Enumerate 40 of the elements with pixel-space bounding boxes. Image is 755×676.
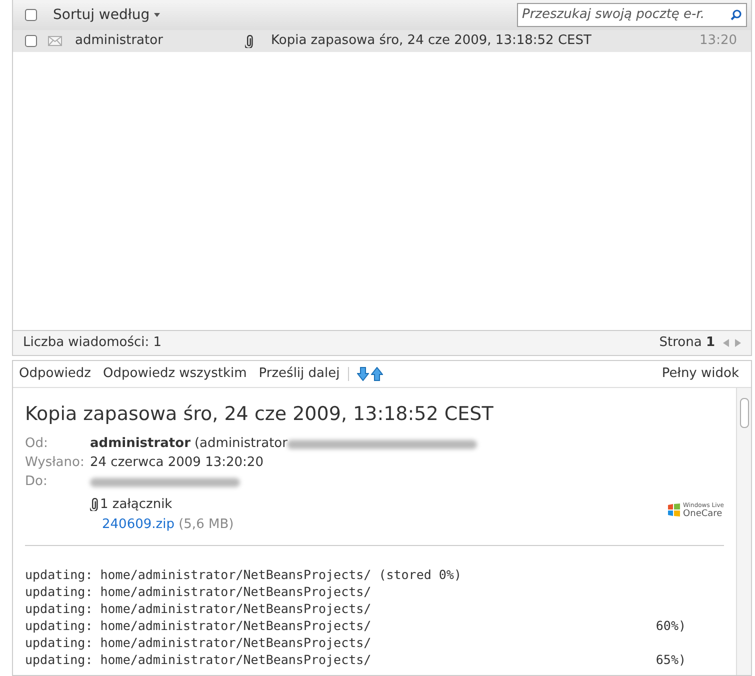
- attachment-link[interactable]: 240609.zip: [102, 517, 174, 532]
- toolbar-button[interactable]: Odpowiedz: [19, 364, 92, 384]
- page-indicator: Strona 1: [659, 334, 715, 352]
- scrollbar[interactable]: [736, 388, 751, 675]
- up-arrow-icon[interactable]: [370, 367, 383, 381]
- paperclip-icon: [90, 498, 98, 511]
- field-label: Od:: [25, 435, 49, 454]
- attachment-count: 1 załącznik: [100, 496, 172, 514]
- down-arrow-icon[interactable]: [356, 367, 369, 381]
- message-count: Liczba wiadomości: 1: [23, 334, 162, 352]
- full-view-button[interactable]: Pełny widok: [662, 364, 739, 384]
- attachment-size: (5,6 MB): [178, 517, 234, 532]
- field-label: Wysłano:: [25, 454, 86, 472]
- body-line-end: 65%): [656, 650, 686, 668]
- body-line: updating: home/administrator/NetBeansProjects/: [25, 600, 372, 616]
- field-label: Do:: [25, 473, 48, 492]
- caret-icon: [154, 13, 160, 17]
- search-icon: [730, 9, 742, 21]
- toolbar-button[interactable]: Prześlij dalej: [258, 364, 340, 384]
- field-value: 24 czerwca 2009 13:20:20: [90, 454, 264, 472]
- search-field[interactable]: Przeszukaj swoją pocztę e-r.: [517, 3, 747, 27]
- sender-name: administrator: [90, 435, 190, 454]
- body-line: updating: home/administrator/NetBeansProjects/: [25, 634, 372, 650]
- select-all-checkbox[interactable]: [25, 9, 37, 21]
- field-value: (administrator: [194, 435, 288, 454]
- envelope-icon: [48, 36, 62, 46]
- body-line-end: 60%): [656, 616, 686, 634]
- body-line: updating: home/administrator/NetBeansProjects/: [25, 616, 372, 634]
- sort-button[interactable]: Sortuj według: [53, 4, 160, 26]
- sender-name: administrator: [75, 32, 164, 50]
- body-line: updating: home/administrator/NetBeansProjects/ (stored 0%): [25, 566, 462, 582]
- message-time: 13:20: [700, 32, 737, 50]
- message-subject: Kopia zapasowa śro, 24 cze 2009, 13:18:52 CEST: [271, 32, 592, 50]
- body-line: updating: home/administrator/NetBeansProjects/: [25, 650, 372, 668]
- message-title: Kopia zapasowa śro, 24 cze 2009, 13:18:52 CEST: [25, 402, 494, 427]
- paperclip-icon: [245, 34, 253, 48]
- toolbar-button[interactable]: Odpowiedz wszystkim: [103, 364, 247, 384]
- message-checkbox[interactable]: [25, 35, 37, 47]
- body-line: updating: home/administrator/NetBeansProjects/: [25, 582, 372, 600]
- row-highlight[interactable]: [13, 30, 751, 52]
